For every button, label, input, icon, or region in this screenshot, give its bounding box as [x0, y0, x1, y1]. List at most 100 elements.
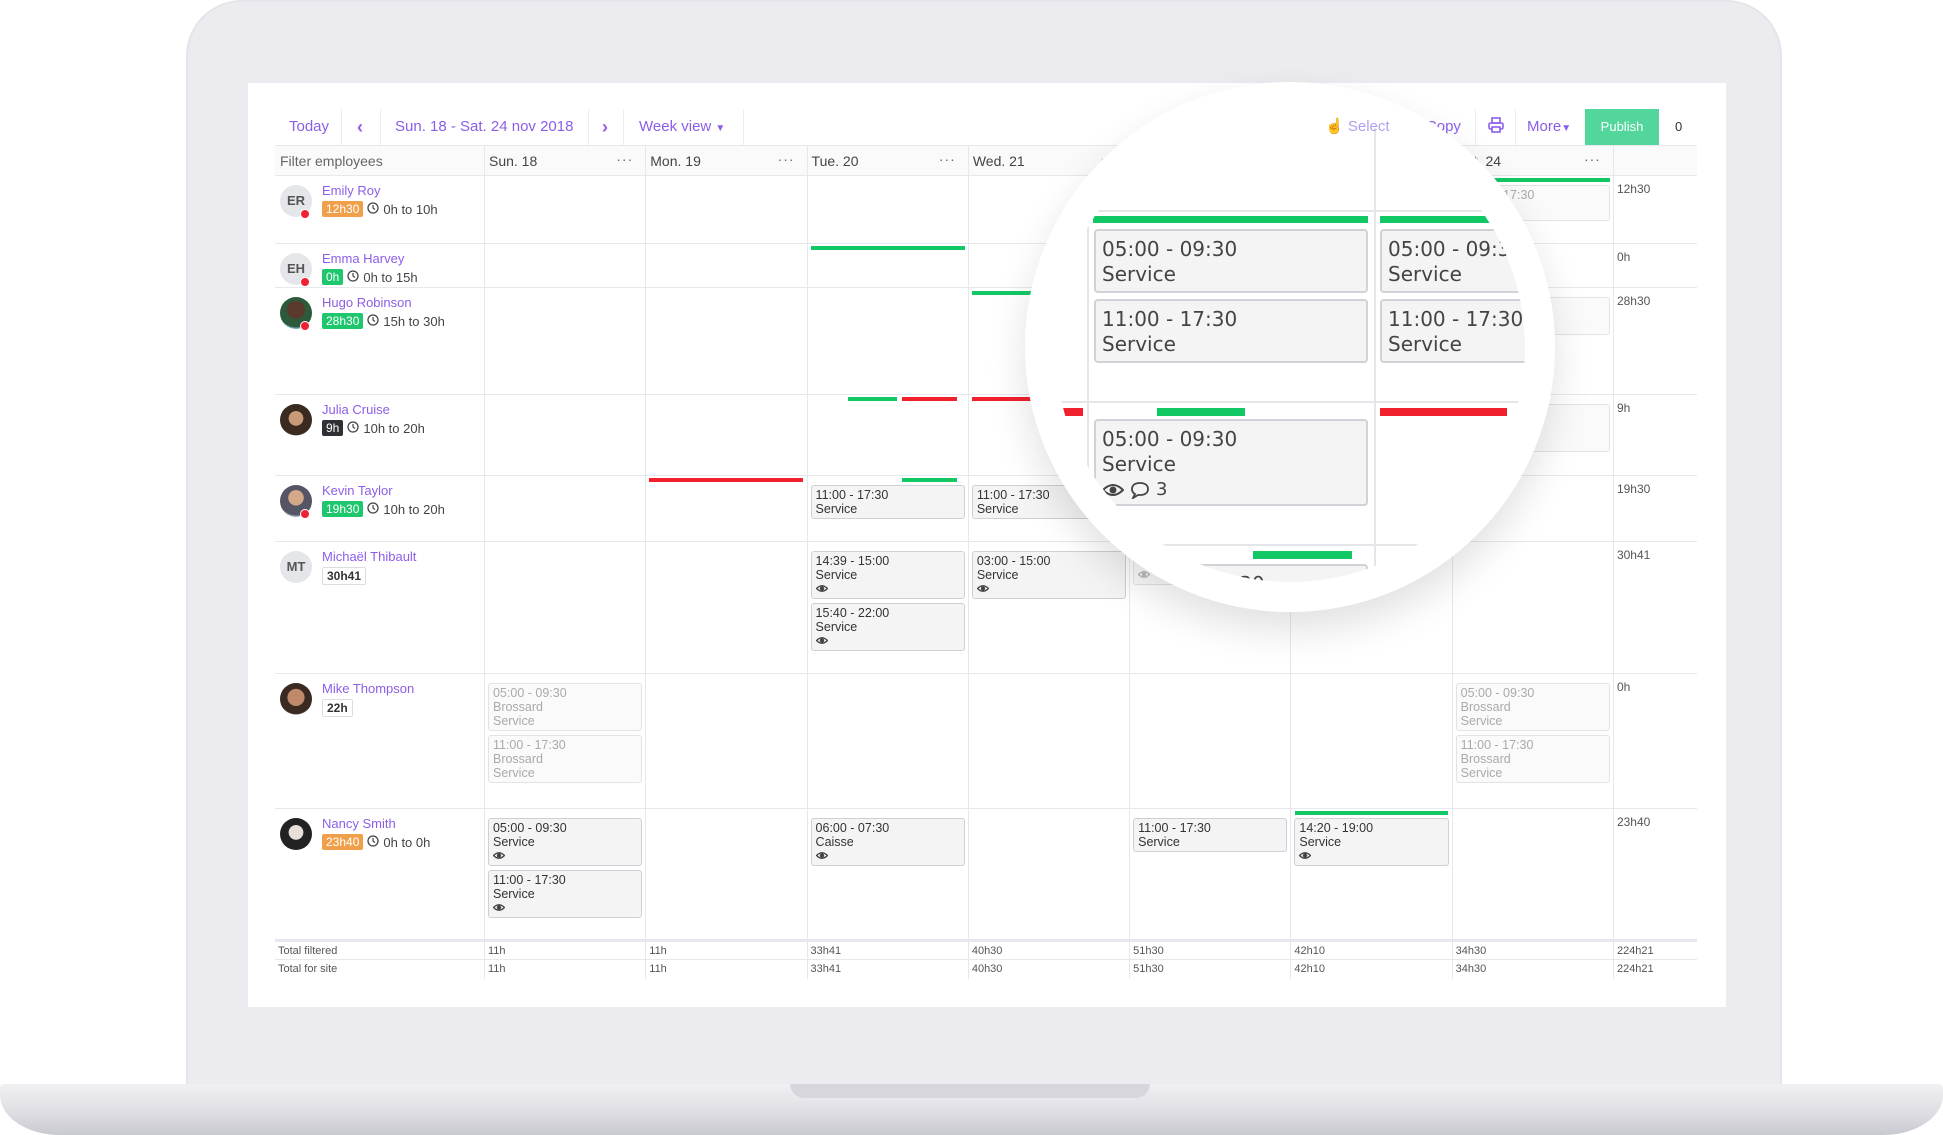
caret-down-icon: ▼ — [715, 123, 726, 134]
shift-location: Brossard — [492, 700, 544, 714]
eye-icon — [1299, 849, 1443, 863]
shift-time: 05:00 - 09:30 — [1460, 686, 1535, 700]
shift-card[interactable]: 05:00 - 09:30 Service — [487, 818, 643, 866]
shift-card[interactable]: 05:00 - 09:30 Service — [1380, 229, 1525, 293]
shift-card[interactable]: 11:00 - 17:30 Service — [810, 485, 965, 519]
avatar: MT — [280, 551, 312, 583]
day-cell[interactable]: 11:00 - 17:30 Service — [806, 476, 968, 541]
hours-range: 10h to 20h — [383, 501, 445, 517]
day-cell[interactable] — [645, 176, 806, 243]
day-cell[interactable] — [483, 288, 645, 394]
print-button[interactable] — [1488, 109, 1504, 145]
shift-card[interactable]: 11:00 - 17:30 Service — [1133, 818, 1288, 852]
shift-card[interactable]: 11:00 - 17:30 Service — [1380, 299, 1525, 363]
shift-card[interactable]: 14:20 - 19:00 Service — [1294, 818, 1449, 866]
shift-card[interactable]: 11:00 - 17:30 Brossard Service — [487, 735, 643, 783]
shift-card[interactable]: 11:00 - 17:30 Service — [487, 870, 643, 918]
shift-card[interactable]: 05:00 - 09:30 Brossard Service — [1455, 683, 1610, 731]
day-cell[interactable] — [1451, 809, 1613, 939]
employee-cell: Julia Cruise 9h 10h to 20h — [275, 395, 484, 475]
day-cell[interactable] — [1451, 542, 1613, 673]
divider — [380, 109, 381, 145]
day-total: 11h — [483, 942, 645, 959]
day-cell[interactable] — [1129, 674, 1290, 808]
employee-name[interactable]: Michaël Thibault — [322, 549, 416, 564]
day-cell[interactable] — [806, 288, 968, 394]
day-cell[interactable] — [806, 176, 968, 243]
view-dropdown[interactable]: Week view ▼ — [639, 109, 725, 145]
eye-icon — [976, 582, 1121, 596]
grid-line — [1055, 210, 1525, 212]
employee-name[interactable]: Emma Harvey — [322, 251, 404, 266]
shift-role: Service — [1102, 332, 1176, 356]
employee-name[interactable]: Hugo Robinson — [322, 295, 412, 310]
day-menu-icon[interactable]: ··· — [778, 151, 795, 167]
day-cell[interactable]: 14:20 - 19:00 Service — [1290, 809, 1451, 939]
day-cell[interactable] — [806, 395, 968, 475]
day-cell[interactable] — [645, 395, 806, 475]
day-cell[interactable]: 05:00 - 09:30 Service 11:00 - 17:30 Service — [483, 809, 645, 939]
more-dropdown[interactable]: More▼ — [1527, 109, 1571, 145]
laptop-notch — [790, 1084, 1150, 1098]
day-cell[interactable] — [645, 476, 806, 541]
day-cell[interactable]: 14:39 - 15:00 Service 15:40 - 22:00 Service — [806, 542, 968, 673]
status-dot — [300, 509, 310, 519]
day-header: Mon. 19 ··· — [645, 146, 806, 175]
prev-week-button[interactable]: ‹ — [357, 109, 363, 145]
day-cell[interactable] — [967, 674, 1129, 808]
day-cell[interactable] — [967, 809, 1129, 939]
day-cell[interactable] — [483, 542, 645, 673]
shift-card[interactable]: 03:00 - 15:00 Service — [971, 551, 1127, 599]
day-cell[interactable] — [483, 395, 645, 475]
eye-icon — [815, 849, 960, 863]
day-cell[interactable] — [483, 476, 645, 541]
shift-card[interactable]: 15:40 - 22:00 Service — [810, 603, 965, 651]
day-cell[interactable] — [645, 674, 806, 808]
employee-name[interactable]: Nancy Smith — [322, 816, 396, 831]
shift-card[interactable]: 05:00 - 09:30 Service 3 — [1094, 419, 1368, 506]
day-cell[interactable] — [806, 674, 968, 808]
shift-time: 03:00 - 15:00 — [976, 554, 1051, 568]
day-cell[interactable] — [645, 244, 806, 287]
employee-name[interactable]: Julia Cruise — [322, 402, 390, 417]
shift-card[interactable]: 11:00 - 17:30 Brossard Service — [1455, 735, 1610, 783]
availability-bar — [1253, 551, 1352, 559]
today-button[interactable]: Today — [289, 109, 329, 145]
filter-employees-input[interactable]: Filter employees — [275, 146, 484, 175]
day-cell[interactable]: 11:00 - 17:30 Service — [1129, 809, 1290, 939]
day-cell[interactable]: 03:00 - 15:00 Service — [967, 542, 1129, 673]
shift-role: Service — [492, 887, 535, 901]
publish-button[interactable]: Publish — [1585, 109, 1659, 145]
employee-name[interactable]: Mike Thompson — [322, 681, 414, 696]
shift-card[interactable]: 11:00 - 17:30 Service — [1094, 299, 1368, 363]
day-cell[interactable] — [645, 288, 806, 394]
day-cell[interactable] — [483, 244, 645, 287]
employee-hours: 23h40 0h to 0h — [322, 834, 430, 850]
hours-badge: 22h — [322, 699, 353, 717]
shift-card[interactable]: 17:30 — [1115, 564, 1368, 582]
day-cell[interactable] — [645, 542, 806, 673]
day-menu-icon[interactable]: ··· — [616, 151, 633, 167]
day-total: 42h10 — [1290, 942, 1451, 959]
day-cell[interactable]: 06:00 - 07:30 Caisse — [806, 809, 968, 939]
day-cell[interactable] — [483, 176, 645, 243]
availability-bar — [1055, 216, 1083, 223]
employee-name[interactable]: Emily Roy — [322, 183, 381, 198]
employee-name[interactable]: Kevin Taylor — [322, 483, 393, 498]
day-menu-icon[interactable]: ··· — [1584, 151, 1601, 167]
employee-hours: 19h30 10h to 20h — [322, 501, 445, 517]
next-week-button[interactable]: › — [602, 109, 608, 145]
shift-card[interactable]: 05:00 - 09:30 Service — [1094, 229, 1368, 293]
day-cell[interactable] — [1290, 674, 1451, 808]
day-cell[interactable]: 05:00 - 09:30 Brossard Service 11:00 - 17:3… — [483, 674, 645, 808]
employee-total: 23h40 — [1612, 809, 1697, 939]
shift-card[interactable]: 06:00 - 07:30 Caisse — [810, 818, 965, 866]
day-cell[interactable] — [645, 809, 806, 939]
day-menu-icon[interactable]: ··· — [939, 151, 956, 167]
shift-card[interactable]: 05:00 - 09:30 Brossard Service — [487, 683, 643, 731]
day-cell[interactable] — [806, 244, 968, 287]
date-range[interactable]: Sun. 18 - Sat. 24 nov 2018 — [395, 109, 573, 145]
shift-card[interactable]: 14:39 - 15:00 Service — [810, 551, 965, 599]
select-button[interactable]: ☝ Select — [1325, 109, 1390, 145]
day-cell[interactable]: 05:00 - 09:30 Brossard Service 11:00 - 17:3… — [1451, 674, 1613, 808]
